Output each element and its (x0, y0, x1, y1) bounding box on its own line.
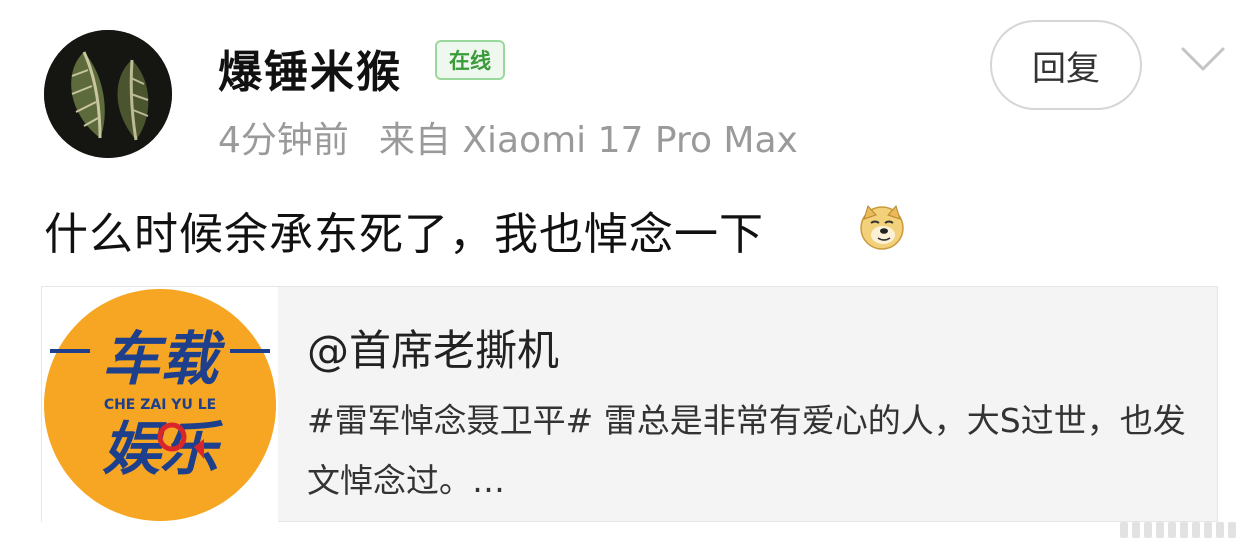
watermark-icon (1120, 522, 1236, 538)
post-time: 4分钟前 (218, 120, 349, 161)
avatar[interactable] (44, 30, 172, 158)
doge-emoji-icon (860, 205, 904, 250)
logo-line2: CHE ZAI YU LE (104, 397, 216, 413)
card-title[interactable]: @首席老撕机 (307, 317, 559, 378)
online-status-badge: 在线 (435, 40, 505, 80)
leaf-avatar-image (44, 30, 172, 158)
che-zai-yu-le-logo-icon: 车载 CHE ZAI YU LE 娱乐 (44, 289, 276, 521)
logo-line3: 娱乐 (102, 415, 224, 483)
reply-button[interactable]: 回复 (990, 20, 1142, 110)
card-logo: 车载 CHE ZAI YU LE 娱乐 (42, 287, 278, 523)
post-text: 什么时候余承东死了，我也悼念一下 (44, 209, 764, 260)
post-source: 来自 Xiaomi 17 Pro Max (378, 120, 798, 161)
author-name[interactable]: 爆锤米猴 (218, 36, 402, 100)
chevron-down-icon[interactable] (1180, 44, 1226, 74)
post-meta: 4分钟前 来自 Xiaomi 17 Pro Max (218, 111, 798, 163)
logo-line1: 车载 (102, 325, 226, 393)
linked-post-card[interactable]: 车载 CHE ZAI YU LE 娱乐 @首席老撕机 #雷军悼念聂卫平# 雷总是… (41, 286, 1218, 523)
card-description: #雷军悼念聂卫平# 雷总是非常有爱心的人，大S过世，也发文悼念过。… (307, 401, 1186, 500)
